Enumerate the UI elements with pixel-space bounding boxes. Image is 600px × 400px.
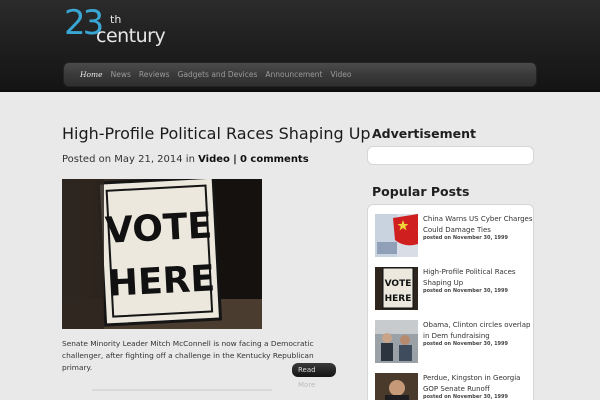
popular-post-date: posted on November 30, 1999 (423, 341, 508, 347)
people-office-thumbnail[interactable] (375, 320, 418, 363)
logo-suffix: th (110, 13, 122, 26)
china-flag-thumbnail[interactable] (375, 214, 418, 257)
thumb-sign-line-1: VOTE (385, 279, 412, 289)
vote-here-sign-photo: VOTE HERE (62, 179, 262, 329)
main-nav: Home News Reviews Gadgets and Devices An… (63, 62, 537, 87)
site-header: 23 th century Home News Reviews Gadgets … (0, 0, 600, 92)
read-more-button[interactable]: Read (292, 363, 336, 377)
advertisement-box (367, 146, 534, 165)
sign-line-1: VOTE (104, 205, 213, 252)
popular-post-item[interactable]: Perdue, Kingston in Georgia GOP Senate R… (375, 373, 535, 400)
nav-item-gadgets[interactable]: Gadgets and Devices (178, 70, 258, 79)
popular-post-title[interactable]: China Warns US Cyber Charges Could Damag… (423, 214, 533, 235)
nav-item-news[interactable]: News (111, 70, 131, 79)
post-comments-link[interactable]: 0 comments (240, 154, 309, 165)
popular-post-item[interactable]: China Warns US Cyber Charges Could Damag… (375, 214, 535, 258)
speaker-thumbnail[interactable] (375, 373, 418, 400)
popular-post-title[interactable]: High-Profile Political Races Shaping Up (423, 267, 533, 288)
popular-posts-title: Popular Posts (372, 184, 470, 199)
advertisement-title: Advertisement (372, 126, 476, 141)
popular-post-title[interactable]: Perdue, Kingston in Georgia GOP Senate R… (423, 373, 533, 394)
popular-post-date: posted on November 30, 1999 (423, 394, 508, 400)
post-category-link[interactable]: Video (198, 154, 230, 165)
read-more-button-label: More (298, 381, 316, 389)
popular-post-item[interactable]: Obama, Clinton circles overlap in Dem fu… (375, 320, 535, 364)
post-featured-image[interactable]: VOTE HERE (62, 179, 262, 329)
popular-post-item[interactable]: VOTE HERE High-Profile Political Races S… (375, 267, 535, 311)
people-office-image (375, 320, 418, 363)
post-title[interactable]: High-Profile Political Races Shaping Up (62, 124, 371, 143)
popular-post-date: posted on November 30, 1999 (423, 288, 508, 294)
thumb-sign-line-2: HERE (385, 294, 412, 304)
meta-separator: | (233, 154, 237, 165)
nav-item-announcement[interactable]: Announcement (265, 70, 322, 79)
post-divider (92, 389, 272, 391)
sign-line-2: HERE (107, 258, 216, 305)
nav-item-reviews[interactable]: Reviews (139, 70, 170, 79)
nav-item-home[interactable]: Home (80, 70, 103, 79)
vote-here-thumbnail[interactable]: VOTE HERE (375, 267, 418, 310)
post-meta: Posted on May 21, 2014 in Video | 0 comm… (62, 154, 309, 165)
popular-post-date: posted on November 30, 1999 (423, 235, 508, 241)
post-date: Posted on May 21, 2014 in (62, 154, 195, 165)
china-flag-image (375, 214, 418, 257)
site-logo[interactable]: 23 th century (64, 6, 174, 50)
logo-word: century (96, 25, 166, 47)
popular-post-title[interactable]: Obama, Clinton circles overlap in Dem fu… (423, 320, 533, 341)
speaker-image (375, 373, 418, 400)
vote-here-image: VOTE HERE (375, 267, 418, 310)
nav-item-video[interactable]: Video (330, 70, 351, 79)
